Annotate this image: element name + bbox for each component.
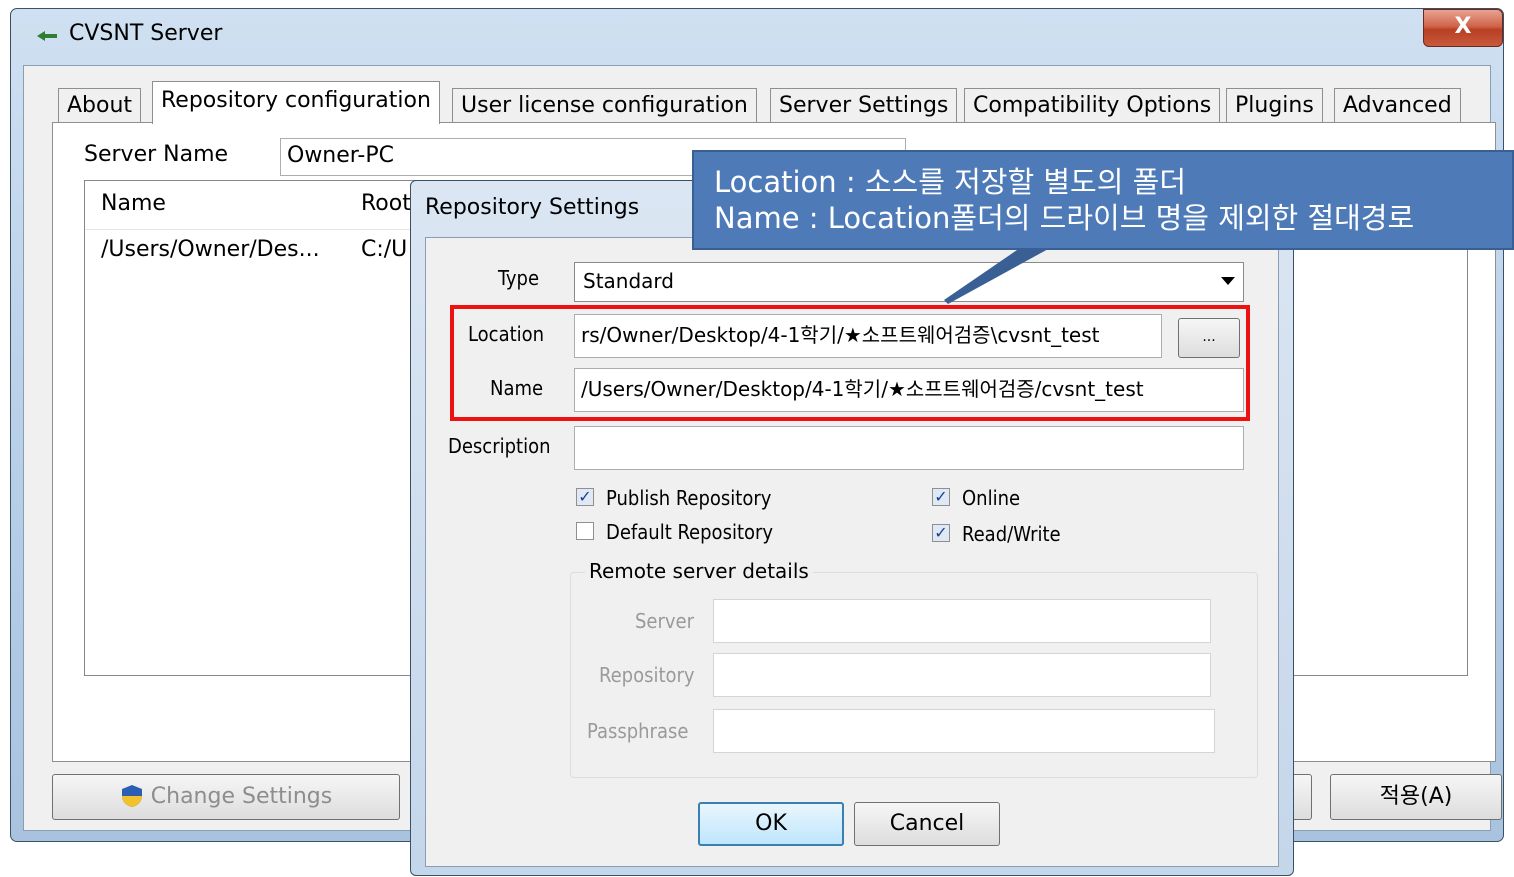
callout-pointer (944, 248, 1050, 304)
